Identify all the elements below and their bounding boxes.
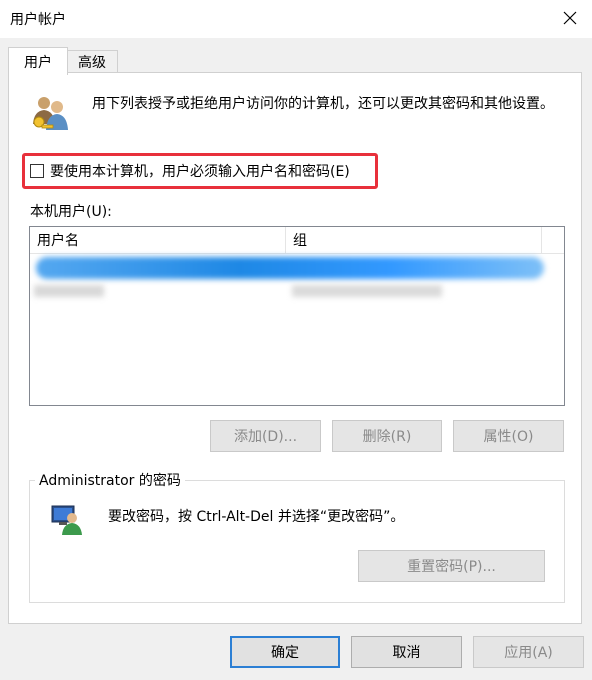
cancel-button[interactable]: 取消 [351,636,462,668]
intro-text: 用下列表授予或拒绝用户访问你的计算机，还可以更改其密码和其他设置。 [92,96,554,112]
table-row-obscured-name[interactable] [34,285,104,297]
users-listview[interactable]: 用户名 组 [29,226,565,406]
admin-password-text: 要改密码，按 Ctrl-Alt-Del 并选择“更改密码”。 [108,509,405,525]
require-login-label[interactable]: 要使用本计算机，用户必须输入用户名和密码(E) [50,161,350,181]
add-user-button[interactable]: 添加(D)... [210,420,321,452]
ok-button[interactable]: 确定 [230,636,340,668]
reset-password-button[interactable]: 重置密码(P)... [358,550,545,582]
close-icon [563,11,577,25]
users-list-label: 本机用户(U): [30,204,112,220]
tab-users[interactable]: 用户 [8,47,68,75]
close-button[interactable] [556,6,584,30]
title-bar: 用户帐户 [0,0,592,38]
properties-button[interactable]: 属性(O) [453,420,564,452]
apply-button[interactable]: 应用(A) [473,636,584,668]
admin-user-icon [50,504,84,540]
admin-password-title: Administrator 的密码 [35,470,185,490]
table-row-selected-obscured[interactable] [36,257,544,279]
column-header-group[interactable]: 组 [286,227,542,253]
table-row-obscured-group[interactable] [292,285,442,297]
listview-header: 用户名 组 [30,227,564,254]
require-login-checkbox[interactable] [30,164,44,178]
column-header-username[interactable]: 用户名 [30,227,286,253]
tab-advanced[interactable]: 高级 [66,50,118,73]
window-title: 用户帐户 [10,12,66,28]
remove-user-button[interactable]: 删除(R) [332,420,442,452]
users-keys-icon [28,94,72,138]
admin-password-group [29,480,565,603]
